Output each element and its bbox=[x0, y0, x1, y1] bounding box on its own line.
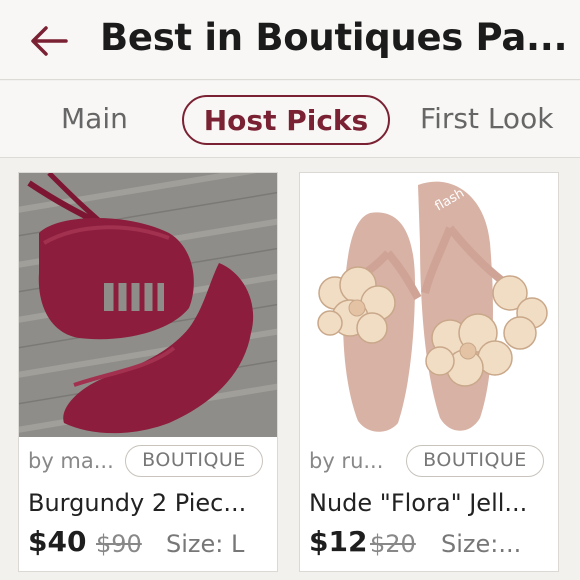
tab-bar: Main Host Picks First Look bbox=[0, 81, 580, 158]
tab-main[interactable]: Main bbox=[61, 95, 128, 145]
header-bar: Best in Boutiques Pa... bbox=[0, 0, 580, 80]
listing-price: $12 bbox=[309, 525, 368, 558]
boutique-badge: BOUTIQUE bbox=[125, 445, 263, 477]
listing-size: Size:... bbox=[441, 530, 522, 558]
burgundy-bikini-image[interactable] bbox=[19, 173, 277, 437]
tab-host-picks[interactable]: Host Picks bbox=[182, 95, 390, 145]
boutique-badge: BOUTIQUE bbox=[406, 445, 544, 477]
nude-flower-sandals-image[interactable]: flash bbox=[300, 173, 558, 437]
listing-title[interactable]: Nude "Flora" Jell... bbox=[309, 489, 555, 517]
listing-price: $40 bbox=[28, 525, 87, 558]
original-price: $90 bbox=[96, 530, 142, 558]
listing-title[interactable]: Burgundy 2 Piec... bbox=[28, 489, 274, 517]
tab-first-look[interactable]: First Look bbox=[420, 95, 553, 145]
back-button[interactable] bbox=[26, 18, 72, 64]
listing-size: Size: L bbox=[166, 530, 245, 558]
listing-card[interactable]: by ma... BOUTIQUE Burgundy 2 Piec... $40… bbox=[18, 172, 278, 572]
seller-name[interactable]: by ma... bbox=[28, 449, 114, 473]
listing-card[interactable]: flash by ru... BOUTIQUE Nude "Flora" Jel… bbox=[299, 172, 559, 572]
page-title: Best in Boutiques Pa... bbox=[100, 16, 568, 59]
arrow-left-icon bbox=[31, 26, 68, 56]
seller-name[interactable]: by ru... bbox=[309, 449, 383, 473]
original-price: $20 bbox=[370, 530, 416, 558]
